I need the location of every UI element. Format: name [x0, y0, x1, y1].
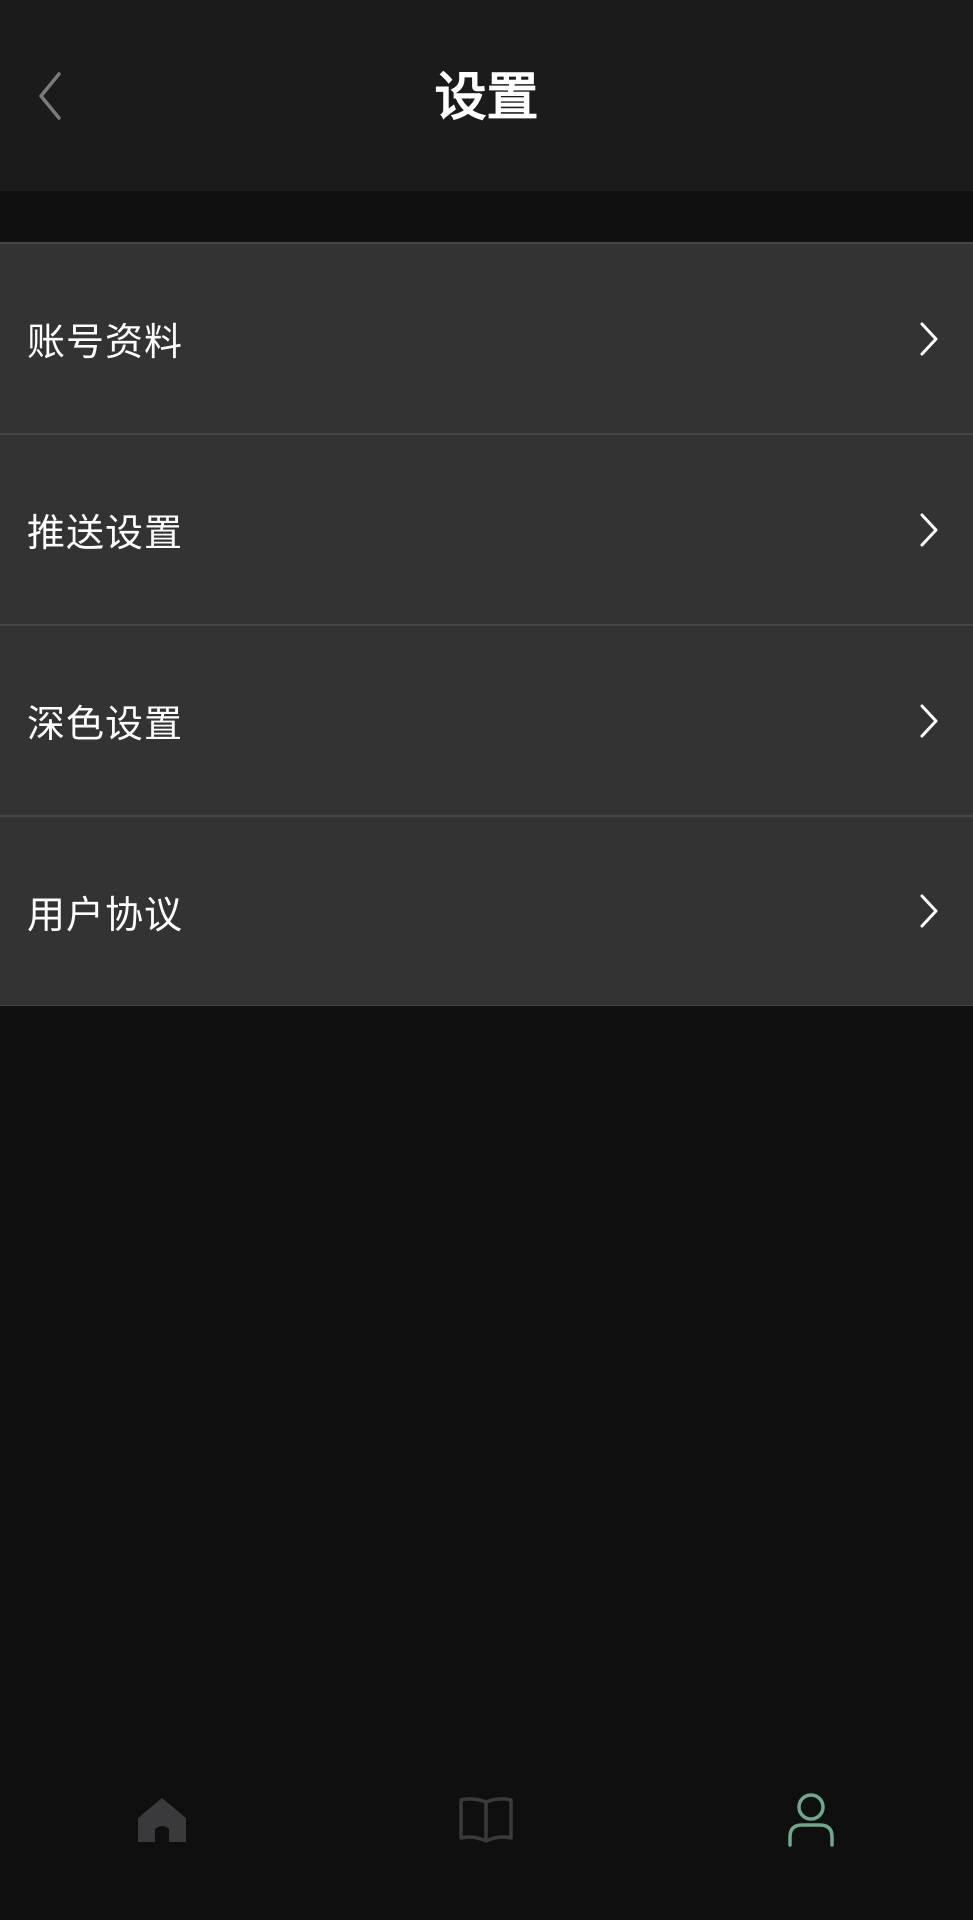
chevron-right-icon	[915, 321, 943, 357]
settings-item-push[interactable]: 推送设置	[0, 433, 973, 624]
settings-item-label: 账号资料	[27, 320, 184, 364]
page-title: 设置	[434, 68, 539, 128]
chevron-right-icon	[915, 703, 943, 739]
settings-item-dark-mode[interactable]: 深色设置	[0, 624, 973, 815]
bottom-tab-bar	[0, 1755, 973, 1920]
settings-list: 账号资料 推送设置 深色设置 用户协议	[0, 242, 973, 1006]
settings-item-label: 深色设置	[27, 702, 184, 746]
settings-item-account[interactable]: 账号资料	[0, 242, 973, 433]
settings-item-user-agreement[interactable]: 用户协议	[0, 815, 973, 1006]
settings-screen: 设置 账号资料 推送设置 深色设置 用户协议	[0, 0, 973, 1920]
tab-library[interactable]	[386, 1755, 586, 1885]
user-icon	[788, 1793, 834, 1847]
tab-home[interactable]	[62, 1755, 262, 1885]
settings-item-label: 用户协议	[27, 892, 184, 937]
home-icon	[138, 1798, 187, 1842]
chevron-right-icon	[915, 893, 943, 929]
chevron-right-icon	[915, 512, 943, 548]
tab-profile[interactable]	[711, 1755, 911, 1885]
settings-item-label: 推送设置	[27, 511, 184, 555]
book-icon	[459, 1797, 514, 1843]
header-bar: 设置	[0, 0, 973, 191]
